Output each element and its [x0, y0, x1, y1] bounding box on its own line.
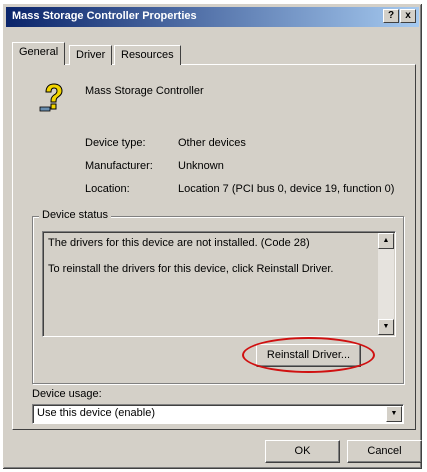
reinstall-driver-button[interactable]: Reinstall Driver... [256, 344, 361, 367]
cancel-button[interactable]: Cancel [347, 440, 422, 463]
device-type-label: Device type: [85, 137, 146, 149]
device-usage-dropdown[interactable]: Use this device (enable) ▼ [32, 404, 404, 424]
status-line-code: The drivers for this device are not inst… [48, 237, 310, 249]
manufacturer-label: Manufacturer: [85, 160, 153, 172]
device-usage-value: Use this device (enable) [37, 407, 156, 419]
ok-button[interactable]: OK [265, 440, 340, 463]
device-usage-label: Device usage: [32, 388, 102, 400]
status-scrollbar[interactable]: ▲ ▼ [378, 233, 394, 335]
device-type-value: Other devices [178, 137, 246, 149]
general-tab-panel: Mass Storage Controller Device type: Oth… [12, 64, 416, 430]
tab-general[interactable]: General [12, 42, 66, 65]
tab-driver[interactable]: Driver [69, 45, 113, 65]
location-label: Location: [85, 183, 130, 195]
properties-dialog: Mass Storage Controller Properties ? x G… [2, 3, 423, 470]
title-bar: Mass Storage Controller Properties ? x [6, 7, 419, 27]
scroll-down-arrow-icon[interactable]: ▼ [378, 319, 394, 335]
unknown-device-question-icon [39, 83, 63, 112]
manufacturer-value: Unknown [178, 160, 224, 172]
location-value: Location 7 (PCI bus 0, device 19, functi… [178, 183, 395, 195]
close-button[interactable]: x [400, 9, 416, 23]
window-title: Mass Storage Controller Properties [12, 10, 197, 22]
status-line-reinstall: To reinstall the drivers for this device… [48, 263, 334, 275]
tab-resources[interactable]: Resources [114, 45, 181, 65]
device-status-title: Device status [39, 209, 112, 221]
chevron-down-icon[interactable]: ▼ [386, 406, 402, 422]
scroll-up-arrow-icon[interactable]: ▲ [378, 233, 394, 249]
help-button[interactable]: ? [383, 9, 399, 23]
device-status-text[interactable]: The drivers for this device are not inst… [42, 231, 396, 337]
device-name: Mass Storage Controller [85, 85, 204, 97]
